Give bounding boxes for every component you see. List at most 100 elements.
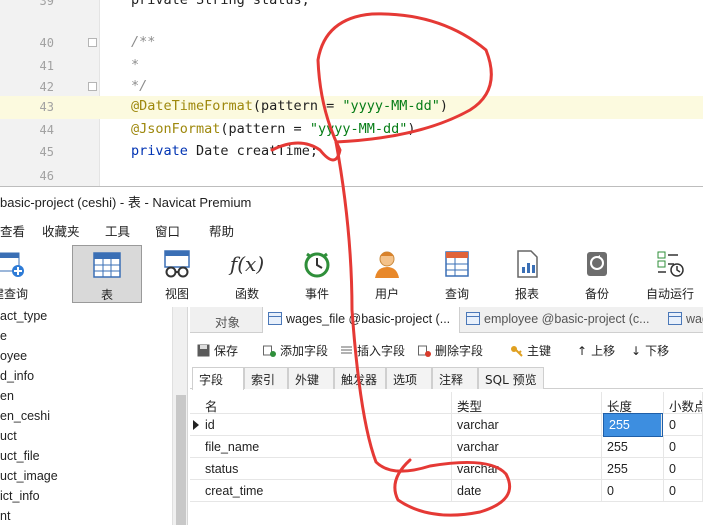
field-type-cell[interactable]: varchar xyxy=(452,458,602,480)
fold-marker-icon[interactable] xyxy=(88,82,97,91)
code-comment: */ xyxy=(131,78,148,94)
toolbar-report-button[interactable]: 报表 xyxy=(497,245,557,303)
move-down-button[interactable]: ↓ 下移 xyxy=(631,342,669,359)
toolbar-label: 备份 xyxy=(584,287,609,301)
title-bar[interactable]: basic-project (ceshi) - 表 - Navicat Prem… xyxy=(0,187,703,213)
tree-item[interactable]: uct_file xyxy=(0,449,40,469)
code-text: @DateTimeFormat(pattern = "yyyy-MM-dd") xyxy=(131,98,448,114)
tab-triggers[interactable]: 触发器 xyxy=(334,367,386,389)
toolbar-view-button[interactable]: 视图 xyxy=(147,245,207,303)
field-length-cell[interactable]: 255 xyxy=(602,436,664,458)
tree-item[interactable]: uct xyxy=(0,429,17,449)
delete-field-icon xyxy=(418,345,431,357)
code-line: 39 private String status; xyxy=(0,0,703,13)
tree-item[interactable]: en xyxy=(0,389,14,409)
insert-field-button[interactable]: 插入字段 xyxy=(340,342,405,359)
fold-marker-icon[interactable] xyxy=(88,38,97,47)
field-decimals-cell[interactable]: 0 xyxy=(664,458,703,480)
tree-item[interactable]: e xyxy=(0,329,7,349)
field-length-cell[interactable]: 0 xyxy=(602,480,664,502)
line-number: 43 xyxy=(39,100,54,114)
toolbar-function-button[interactable]: f(x) 函数 xyxy=(217,245,277,303)
code-editor[interactable]: 39 private String status; 40 /** 41 * 42… xyxy=(0,0,703,186)
toolbar-label: 报表 xyxy=(514,287,539,301)
designer-subtabs: 字段 索引 外键 触发器 选项 注释 SQL 预览 xyxy=(190,365,703,390)
toolbar-user-button[interactable]: 用户 xyxy=(357,245,417,303)
tab-comment[interactable]: 注释 xyxy=(432,367,478,389)
tab-wages-file[interactable]: wages_file @basic-project (... xyxy=(262,307,460,333)
add-field-button[interactable]: 添加字段 xyxy=(263,342,328,359)
tree-item[interactable]: act_type xyxy=(0,309,47,329)
toolbar-backup-button[interactable]: 备份 xyxy=(567,245,627,303)
code-comment: * xyxy=(131,57,140,73)
menu-view[interactable]: 查看 xyxy=(0,221,25,240)
tree-item[interactable]: uct_image xyxy=(0,469,58,489)
fields-grid: 名 类型 长度 小数点 id varchar 255 0 file_name v… xyxy=(190,392,703,525)
tab-label: employee @basic-project (c... xyxy=(484,312,650,326)
primary-key-label: 主键 xyxy=(527,344,552,358)
menu-help[interactable]: 帮助 xyxy=(209,221,234,240)
field-decimals-cell[interactable]: 0 xyxy=(664,480,703,502)
field-decimals-cell[interactable]: 0 xyxy=(664,414,703,436)
menu-tools[interactable]: 工具 xyxy=(105,221,130,240)
tab-wages[interactable]: wag xyxy=(668,307,703,333)
tab-label: wag xyxy=(686,312,703,326)
menu-favorites[interactable]: 收藏夹 xyxy=(42,221,80,240)
field-type-cell[interactable]: varchar xyxy=(452,436,602,458)
field-type-cell[interactable]: varchar xyxy=(452,414,602,436)
tree-item[interactable]: nt xyxy=(0,509,10,525)
toolbar-new-query-button[interactable]: 建查询 xyxy=(0,245,40,303)
toolbar-table-button[interactable]: 表 xyxy=(72,245,142,303)
tab-indexes[interactable]: 索引 xyxy=(244,367,288,389)
table-row[interactable]: id varchar 255 0 xyxy=(190,413,703,437)
table-row[interactable]: file_name varchar 255 0 xyxy=(190,436,703,458)
table-icon xyxy=(466,312,480,325)
code-line: 46 xyxy=(0,165,703,186)
field-type-cell[interactable]: date xyxy=(452,480,602,502)
column-header-type[interactable]: 类型 xyxy=(452,392,602,414)
string-token: "yyyy-MM-dd" xyxy=(309,121,408,137)
menu-window[interactable]: 窗口 xyxy=(155,221,180,240)
add-field-label: 添加字段 xyxy=(280,344,329,358)
toolbar-label: 视图 xyxy=(164,287,189,301)
tab-employee[interactable]: employee @basic-project (c... xyxy=(466,307,664,333)
table-row[interactable]: status varchar 255 0 xyxy=(190,458,703,480)
code-text: private String status; xyxy=(131,0,310,8)
save-button[interactable]: 保存 xyxy=(197,342,238,359)
code-token: (pattern = xyxy=(252,98,343,114)
toolbar-event-button[interactable]: 事件 xyxy=(287,245,347,303)
tree-item[interactable]: en_ceshi xyxy=(0,409,50,429)
field-length-cell-selected[interactable]: 255 xyxy=(603,413,663,437)
column-header-name[interactable]: 名 xyxy=(200,392,452,414)
field-name-cell[interactable]: id xyxy=(200,414,452,436)
field-name-cell[interactable]: file_name xyxy=(200,436,452,458)
field-name-cell[interactable]: status xyxy=(200,458,452,480)
query-icon xyxy=(445,251,469,277)
code-comment: /** xyxy=(131,34,156,50)
tree-item[interactable]: ict_info xyxy=(0,489,40,509)
field-name-cell[interactable]: creat_time xyxy=(200,480,452,502)
tab-objects[interactable]: 对象 xyxy=(215,307,240,333)
code-line: 41 * xyxy=(0,55,703,78)
annotation-token: @JsonFormat xyxy=(131,121,221,137)
tab-options[interactable]: 选项 xyxy=(386,367,432,389)
tree-item[interactable]: oyee xyxy=(0,349,27,369)
tree-item[interactable]: d_info xyxy=(0,369,34,389)
tab-fields[interactable]: 字段 xyxy=(192,367,244,390)
delete-field-button[interactable]: 删除字段 xyxy=(418,342,483,359)
primary-key-button[interactable]: 主键 xyxy=(510,342,551,359)
move-up-button[interactable]: ↑ 上移 xyxy=(577,342,615,359)
column-header-decimals[interactable]: 小数点 xyxy=(664,392,703,414)
tree-scrollbar[interactable] xyxy=(172,307,187,525)
main-toolbar: 建查询 表 视图 f(x) 函数 xyxy=(0,243,703,303)
column-header-length[interactable]: 长度 xyxy=(602,392,664,414)
tab-sql-preview[interactable]: SQL 预览 xyxy=(478,367,544,389)
tree-scrollbar-thumb[interactable] xyxy=(176,395,186,525)
toolbar-label: 事件 xyxy=(304,287,329,301)
toolbar-query-button[interactable]: 查询 xyxy=(427,245,487,303)
tab-foreign-keys[interactable]: 外键 xyxy=(288,367,334,389)
table-row[interactable]: creat_time date 0 0 xyxy=(190,480,703,502)
field-length-cell[interactable]: 255 xyxy=(602,458,664,480)
toolbar-automation-button[interactable]: 自动运行 xyxy=(637,245,703,303)
field-decimals-cell[interactable]: 0 xyxy=(664,436,703,458)
